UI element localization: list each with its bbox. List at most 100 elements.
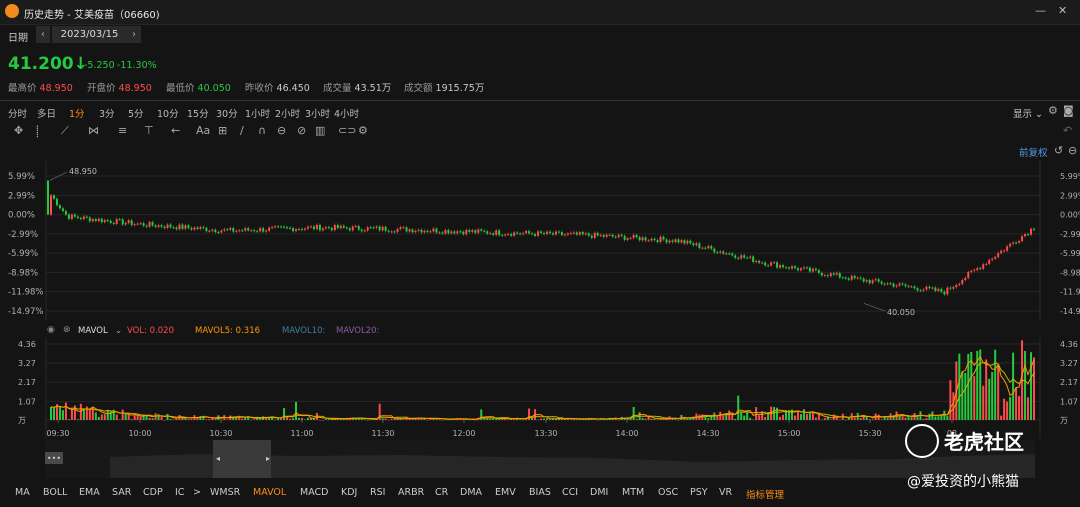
candle xyxy=(438,232,441,234)
indicator-23[interactable]: 指标管理 xyxy=(746,487,784,501)
legend-eye-icon[interactable]: ◉ xyxy=(47,325,55,335)
volume-bar xyxy=(540,418,543,420)
indicator-6[interactable]: > xyxy=(193,487,201,498)
volume-bar xyxy=(321,419,324,421)
tool-settings-icon[interactable]: ⚙ xyxy=(358,124,368,137)
indicator-16[interactable]: BIAS xyxy=(529,487,551,498)
indicator-14[interactable]: DMA xyxy=(460,487,482,498)
timeframe-8[interactable]: 1小时 xyxy=(245,106,270,120)
volume-bar xyxy=(280,418,283,420)
candle xyxy=(590,235,593,238)
timeframe-9[interactable]: 2小时 xyxy=(275,106,300,120)
candle xyxy=(124,222,127,225)
candle xyxy=(250,230,253,232)
timeframe-1[interactable]: 多日 xyxy=(37,106,56,120)
indicator-22[interactable]: VR xyxy=(719,487,732,498)
volume-bar xyxy=(686,418,689,420)
minimize-icon[interactable]: — xyxy=(1035,4,1046,17)
volume-bar xyxy=(139,416,142,420)
price-axis-right-0: 5.99% xyxy=(1060,172,1080,181)
navigator-window[interactable] xyxy=(213,440,271,478)
candle xyxy=(522,233,525,235)
adjust-toggle[interactable]: 前复权 xyxy=(1019,145,1048,159)
candle xyxy=(874,279,877,281)
timeframe-11[interactable]: 4小时 xyxy=(334,106,359,120)
indicator-17[interactable]: CCI xyxy=(562,487,578,498)
measure-tool-icon[interactable]: ⊤ xyxy=(144,124,154,137)
indicator-11[interactable]: RSI xyxy=(370,487,385,498)
candle xyxy=(707,246,710,249)
indicator-15[interactable]: EMV xyxy=(495,487,516,498)
candle xyxy=(1015,242,1018,244)
indicator-3[interactable]: SAR xyxy=(112,487,131,498)
trend-tool-icon[interactable]: ⟋ xyxy=(61,124,69,138)
text-tool-icon[interactable]: Aa xyxy=(196,124,210,137)
candle xyxy=(572,232,575,234)
next-date-button[interactable]: › xyxy=(127,26,141,43)
candle xyxy=(898,283,901,286)
indicator-7[interactable]: WMSR xyxy=(210,487,240,498)
timeframe-3[interactable]: 3分 xyxy=(99,106,115,120)
prev-date-button[interactable]: ‹ xyxy=(36,26,50,43)
legend-chevron-icon[interactable]: ⌄ xyxy=(115,326,122,336)
indicator-21[interactable]: PSY xyxy=(690,487,708,498)
table-tool-icon[interactable]: ⊞ xyxy=(218,124,227,137)
indicator-18[interactable]: DMI xyxy=(590,487,608,498)
undo-icon[interactable]: ↶ xyxy=(1063,124,1072,137)
indicator-20[interactable]: OSC xyxy=(658,487,678,498)
legend-close-icon[interactable]: ⊗ xyxy=(63,325,71,335)
vol-axis-right-4: 万 xyxy=(1060,416,1068,425)
timeframe-10[interactable]: 3小时 xyxy=(305,106,330,120)
timeframe-6[interactable]: 15分 xyxy=(187,106,209,120)
candle xyxy=(519,233,522,235)
date-picker[interactable]: 2023/03/15 xyxy=(52,26,127,43)
candle xyxy=(632,235,635,238)
timeframe-0[interactable]: 分时 xyxy=(8,106,27,120)
indicator-13[interactable]: CR xyxy=(435,487,448,498)
crosshair-icon[interactable]: ✥ xyxy=(14,124,23,137)
candle xyxy=(277,226,280,228)
candle xyxy=(384,226,387,231)
volume-bar xyxy=(1024,350,1027,420)
indicator-5[interactable]: IC xyxy=(175,487,184,498)
wave-tool-icon[interactable]: ⋈ xyxy=(88,124,99,137)
timeframe-4[interactable]: 5分 xyxy=(128,106,144,120)
candle xyxy=(958,283,961,285)
lock-icon[interactable]: ⊘ xyxy=(297,124,306,137)
volume-bar xyxy=(877,414,880,420)
timeframe-7[interactable]: 30分 xyxy=(216,106,238,120)
candle xyxy=(342,225,345,228)
display-menu[interactable]: 显示 ⌄ xyxy=(1013,106,1043,120)
link-icon[interactable]: ⊂⊃ xyxy=(338,124,356,137)
indicator-0[interactable]: MA xyxy=(15,487,30,498)
timeframe-5[interactable]: 10分 xyxy=(157,106,179,120)
indicator-12[interactable]: ARBR xyxy=(398,487,424,498)
price-chart[interactable]: 5.99% 5.99% 2.99% 2.99% 0.00% 0.00% -2.99% -2.9… xyxy=(0,160,1080,320)
close-icon[interactable]: ✕ xyxy=(1058,4,1067,17)
settings-icon[interactable]: ⚙ xyxy=(1048,104,1058,117)
candle xyxy=(841,277,844,279)
candle xyxy=(399,227,402,229)
candle xyxy=(704,247,707,249)
fib-tool-icon[interactable]: ≡ xyxy=(118,124,127,137)
eye-icon[interactable]: ⊖ xyxy=(277,124,286,137)
indicator-9[interactable]: MACD xyxy=(300,487,328,498)
indicator-19[interactable]: MTM xyxy=(622,487,644,498)
magnet-icon[interactable]: ∩ xyxy=(258,124,266,137)
candle xyxy=(181,224,184,229)
camera-icon[interactable]: ◙ xyxy=(1063,104,1074,117)
vol-axis-right-2: 2.17 xyxy=(1060,378,1078,387)
line-tool-icon[interactable]: ⸽ xyxy=(36,124,39,139)
indicator-8[interactable]: MAVOL xyxy=(253,487,286,498)
indicator-2[interactable]: EMA xyxy=(79,487,100,498)
indicator-1[interactable]: BOLL xyxy=(43,487,67,498)
timeframe-2[interactable]: 1分 xyxy=(69,106,85,120)
trash-icon[interactable]: ▥ xyxy=(315,124,325,137)
indicator-10[interactable]: KDJ xyxy=(341,487,357,498)
arrow-tool-icon[interactable]: ← xyxy=(171,124,180,137)
zoom-out-icon[interactable]: ⊖ xyxy=(1068,144,1077,157)
candle xyxy=(157,225,160,227)
reset-icon[interactable]: ↺ xyxy=(1054,144,1063,157)
pen-tool-icon[interactable]: ∕ xyxy=(240,124,244,137)
indicator-4[interactable]: CDP xyxy=(143,487,163,498)
